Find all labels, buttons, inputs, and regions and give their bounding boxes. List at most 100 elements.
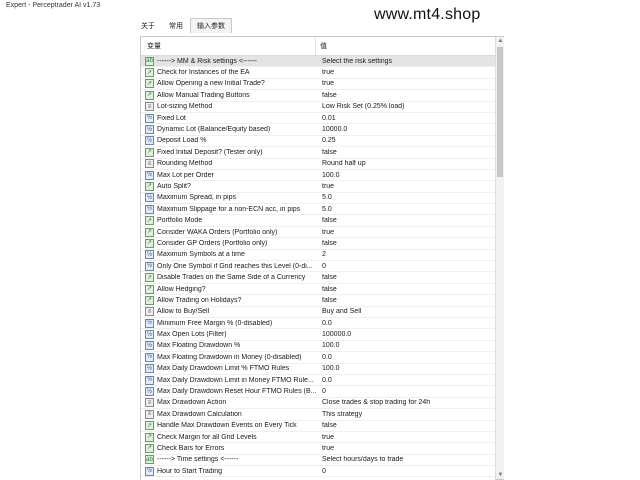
tab-common[interactable]: 常用 bbox=[162, 18, 190, 33]
tab-inputs[interactable]: 输入参数 bbox=[190, 18, 232, 33]
table-row[interactable]: ↗ Allow Manual Trading Buttons false bbox=[141, 90, 495, 102]
table-row[interactable]: ½ Max Daily Drawdown Reset Hour FTMO Rule… bbox=[141, 386, 495, 398]
parameter-value[interactable]: Select hours/days to trade bbox=[317, 456, 495, 463]
parameter-value[interactable]: 0 bbox=[317, 263, 495, 270]
parameter-value[interactable]: 100.0 bbox=[317, 172, 495, 179]
table-row[interactable]: ½ Minimum Free Margin % (0-disabled) 0.0 bbox=[141, 318, 495, 330]
parameter-value[interactable]: 0.01 bbox=[317, 115, 495, 122]
table-row[interactable]: ↗ Disable Trades on the Same Side of a Cu… bbox=[141, 272, 495, 284]
parameter-value[interactable]: Close trades & stop trading for 24h bbox=[317, 399, 495, 406]
table-row[interactable]: ↗ Consider GP Orders (Portfolio only) fals… bbox=[141, 238, 495, 250]
table-row[interactable]: ↗ Check Bars for Errors true bbox=[141, 443, 495, 455]
parameter-name: Maximum Slippage for a non-ECN acc, in p… bbox=[157, 205, 301, 213]
table-row[interactable]: ↗ Check for Instances of the EA true bbox=[141, 67, 495, 79]
number-param-icon: ½ bbox=[145, 318, 154, 328]
table-row[interactable]: ab ------> MM & Risk settings <------ Sele… bbox=[141, 56, 495, 68]
table-row[interactable]: ↗ Allow Opening a new Initial Trade? true bbox=[141, 79, 495, 91]
table-row[interactable]: ½ Max Floating Drawdown % 100.0 bbox=[141, 341, 495, 353]
parameter-value[interactable]: false bbox=[317, 297, 495, 304]
parameter-value[interactable]: true bbox=[317, 183, 495, 190]
table-row[interactable]: ½ Maximum Spread, in pips 5.0 bbox=[141, 193, 495, 205]
table-row[interactable]: ab ------> Time settings <------ Select ho… bbox=[141, 455, 495, 467]
table-row[interactable]: ↗ Allow Hedging? false bbox=[141, 284, 495, 296]
table-row[interactable]: ↗ Allow Trading on Holidays? false bbox=[141, 295, 495, 307]
watermark-text: www.mt4.shop bbox=[374, 6, 481, 23]
parameter-value[interactable]: 0 bbox=[317, 388, 495, 395]
table-row[interactable]: ↗ Fixed Initial Deposit? (Tester only) fal… bbox=[141, 147, 495, 159]
tab-about[interactable]: 关于 bbox=[134, 18, 162, 33]
parameter-value[interactable]: Low Risk Set (0.25% load) bbox=[317, 103, 495, 110]
number-param-icon: ½ bbox=[145, 375, 154, 385]
table-row[interactable]: ½ Max Lot per Order 100.0 bbox=[141, 170, 495, 182]
tab-bar: 关于 常用 输入参数 bbox=[134, 18, 232, 33]
parameter-value[interactable]: 0 bbox=[317, 468, 495, 475]
table-row[interactable]: ½ Fixed Lot 0.01 bbox=[141, 113, 495, 125]
parameter-value[interactable]: true bbox=[317, 69, 495, 76]
table-header: 变量 值 bbox=[141, 37, 495, 56]
parameter-name: Handle Max Drawdown Events on Every Tick bbox=[157, 422, 297, 430]
table-row[interactable]: ≡ Max Drawdown Calculation This strategy bbox=[141, 409, 495, 421]
table-row[interactable]: ½ Deposit Load % 0.25 bbox=[141, 136, 495, 148]
table-row[interactable]: ↗ Portfolio Mode false bbox=[141, 215, 495, 227]
table-row[interactable]: ↗ Auto Split? true bbox=[141, 181, 495, 193]
bool-param-icon: ↗ bbox=[145, 79, 154, 89]
parameter-value[interactable]: false bbox=[317, 149, 495, 156]
parameter-name: Allow Opening a new Initial Trade? bbox=[157, 80, 265, 88]
parameter-value[interactable]: true bbox=[317, 434, 495, 441]
parameter-value[interactable]: 2 bbox=[317, 251, 495, 258]
parameter-value[interactable]: Round half up bbox=[317, 160, 495, 167]
table-row[interactable]: ↗ Check Margin for all Grid Levels true bbox=[141, 432, 495, 444]
table-row[interactable]: ½ Max Open Lots (Filter) 100000.0 bbox=[141, 329, 495, 341]
table-row[interactable]: ≡ Allow to Buy/Sell Buy and Sell bbox=[141, 307, 495, 318]
table-row[interactable]: ≡ Lot-sizing Method Low Risk Set (0.25% lo… bbox=[141, 102, 495, 113]
table-row[interactable]: ½ Only One Symbol if Grid reaches this Le… bbox=[141, 261, 495, 273]
parameter-value[interactable]: 5.0 bbox=[317, 206, 495, 213]
bool-param-icon: ↗ bbox=[145, 90, 154, 100]
parameter-value[interactable]: 10000.0 bbox=[317, 126, 495, 133]
parameter-value[interactable]: false bbox=[317, 286, 495, 293]
table-row[interactable]: ½ Dynamic Lot (Balance/Equity based) 10000… bbox=[141, 124, 495, 136]
parameter-name: Minimum Free Margin % (0-disabled) bbox=[157, 319, 273, 327]
parameter-value[interactable]: 0.0 bbox=[317, 377, 495, 384]
parameter-value[interactable]: false bbox=[317, 217, 495, 224]
parameter-name: Auto Split? bbox=[157, 182, 191, 190]
parameter-value[interactable]: true bbox=[317, 80, 495, 87]
parameter-name: Check Bars for Errors bbox=[157, 444, 225, 452]
table-row[interactable]: ½ Maximum Slippage for a non-ECN acc, in … bbox=[141, 204, 495, 216]
column-header-variable[interactable]: 变量 bbox=[141, 37, 316, 55]
parameter-name: Dynamic Lot (Balance/Equity based) bbox=[157, 126, 271, 134]
parameter-value[interactable]: true bbox=[317, 445, 495, 452]
parameter-value[interactable]: false bbox=[317, 92, 495, 99]
table-row[interactable]: ½ Max Daily Drawdown Limit % FTMO Rules 10… bbox=[141, 364, 495, 375]
parameter-value[interactable]: This strategy bbox=[317, 411, 495, 418]
number-param-icon: ½ bbox=[145, 341, 154, 351]
table-row[interactable]: ≡ Rounding Method Round half up bbox=[141, 159, 495, 170]
parameter-value[interactable]: false bbox=[317, 274, 495, 281]
window-title: Expert - Perceptrader AI v1.73 bbox=[0, 0, 640, 14]
scrollbar-thumb[interactable] bbox=[497, 47, 503, 177]
parameter-value[interactable]: 0.0 bbox=[317, 320, 495, 327]
parameter-value[interactable]: 0.0 bbox=[317, 354, 495, 361]
column-header-value[interactable]: 值 bbox=[316, 37, 495, 55]
parameter-value[interactable]: true bbox=[317, 229, 495, 236]
table-row[interactable]: ↗ Handle Max Drawdown Events on Every Tic… bbox=[141, 421, 495, 432]
parameter-value[interactable]: 100000.0 bbox=[317, 331, 495, 338]
table-row[interactable]: ½ Max Floating Drawdown in Money (0-disab… bbox=[141, 352, 495, 364]
parameters-table: 变量 值 ab ------> MM & Risk settings <-----… bbox=[141, 37, 495, 480]
parameter-value[interactable]: false bbox=[317, 422, 495, 429]
parameter-value[interactable]: 0.25 bbox=[317, 137, 495, 144]
parameter-value[interactable]: Select the risk settings bbox=[317, 58, 495, 65]
table-row[interactable]: ≡ Max Drawdown Action Close trades & stop … bbox=[141, 398, 495, 410]
scroll-down-arrow-icon[interactable]: ▼ bbox=[496, 471, 505, 479]
parameter-value[interactable]: false bbox=[317, 240, 495, 247]
vertical-scrollbar[interactable]: ▲ ▼ bbox=[495, 37, 504, 479]
parameter-value[interactable]: 100.0 bbox=[317, 365, 495, 372]
parameter-value[interactable]: 100.0 bbox=[317, 342, 495, 349]
scroll-up-arrow-icon[interactable]: ▲ bbox=[496, 37, 505, 45]
table-row[interactable]: ½ Max Daily Drawdown Limit in Money FTMO … bbox=[141, 375, 495, 387]
table-row[interactable]: ↗ Consider WAKA Orders (Portfolio only) tr… bbox=[141, 227, 495, 239]
parameter-value[interactable]: Buy and Sell bbox=[317, 308, 495, 315]
table-row[interactable]: ½ Maximum Symbols at a time 2 bbox=[141, 250, 495, 262]
table-row[interactable]: ½ Hour to Start Trading 0 bbox=[141, 466, 495, 478]
parameter-value[interactable]: 5.0 bbox=[317, 194, 495, 201]
